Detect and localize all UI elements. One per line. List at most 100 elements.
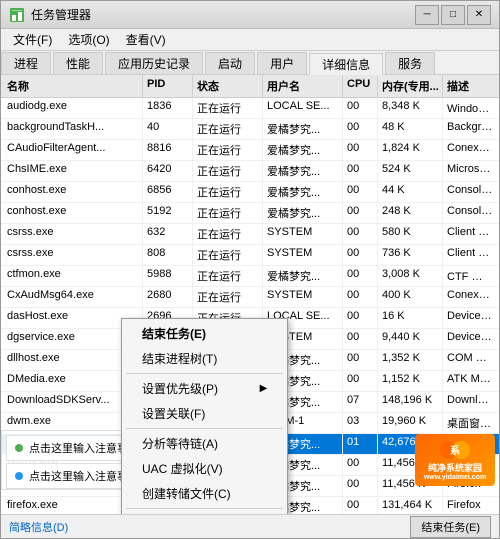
- td-name: ChsIME.exe: [3, 161, 143, 181]
- td-memory: 524 K: [378, 161, 443, 181]
- maximize-button[interactable]: □: [441, 5, 465, 25]
- table-row[interactable]: audiodg.exe 1836 正在运行 LOCAL SE... 00 8,3…: [1, 98, 499, 119]
- td-name: CxAudMsg64.exe: [3, 287, 143, 307]
- window-controls: ─ □ ✕: [415, 5, 491, 25]
- table-row[interactable]: CxAudMsg64.exe 2680 正在运行 SYSTEM 00 400 K…: [1, 287, 499, 308]
- logo-badge: 系 纯净系统家园 www.yidaimei.com: [415, 434, 495, 486]
- td-desc: Microsoft IME: [443, 161, 497, 181]
- td-cpu: 00: [343, 245, 378, 265]
- td-name: CAudioFilterAgent...: [3, 140, 143, 160]
- logo-text-1: 纯净系统家园: [428, 461, 482, 474]
- td-user: 爱橘梦究...: [263, 182, 343, 202]
- td-user: LOCAL SE...: [263, 98, 343, 118]
- context-menu-item[interactable]: 结束任务(E): [122, 321, 287, 346]
- td-memory: 16 K: [378, 308, 443, 328]
- td-pid: 5988: [143, 266, 193, 286]
- td-desc: Conexant High Definit...: [443, 140, 497, 160]
- td-name: csrss.exe: [3, 224, 143, 244]
- td-cpu: 00: [343, 182, 378, 202]
- col-desc[interactable]: 描述: [443, 75, 497, 97]
- col-pid[interactable]: PID: [143, 75, 193, 97]
- context-menu-item[interactable]: 结束进程树(T): [122, 346, 287, 371]
- menu-bar: 文件(F) 选项(O) 查看(V): [1, 29, 499, 51]
- menu-file[interactable]: 文件(F): [5, 29, 60, 50]
- tab-users[interactable]: 用户: [257, 52, 307, 74]
- status-label[interactable]: 简略信息(D): [9, 519, 68, 535]
- table-row[interactable]: conhost.exe 5192 正在运行 爱橘梦究... 00 248 K C…: [1, 203, 499, 224]
- td-cpu: 03: [343, 413, 378, 433]
- td-desc: Firefox: [443, 497, 497, 514]
- td-cpu: 00: [343, 497, 378, 514]
- tab-history[interactable]: 应用历史记录: [105, 52, 203, 74]
- td-desc: Client Server Runtime ...: [443, 224, 497, 244]
- context-menu-item[interactable]: 创建转储文件(C): [122, 481, 287, 506]
- context-menu-item[interactable]: 分析等待链(A): [122, 431, 287, 456]
- td-pid: 808: [143, 245, 193, 265]
- col-user[interactable]: 用户名: [263, 75, 343, 97]
- td-status: 正在运行: [193, 98, 263, 118]
- ad-dot: [15, 472, 23, 480]
- table-row[interactable]: csrss.exe 632 正在运行 SYSTEM 00 580 K Clien…: [1, 224, 499, 245]
- context-menu-item[interactable]: UAC 虚拟化(V): [122, 456, 287, 481]
- col-cpu[interactable]: CPU: [343, 75, 378, 97]
- svg-text:系: 系: [450, 444, 460, 457]
- td-name: ctfmon.exe: [3, 266, 143, 286]
- td-user: SYSTEM: [263, 287, 343, 307]
- td-cpu: 00: [343, 371, 378, 391]
- td-pid: 1836: [143, 98, 193, 118]
- tab-process[interactable]: 进程: [1, 52, 51, 74]
- td-status: 正在运行: [193, 140, 263, 160]
- minimize-button[interactable]: ─: [415, 5, 439, 25]
- tab-performance[interactable]: 性能: [53, 52, 103, 74]
- tab-services[interactable]: 服务: [385, 52, 435, 74]
- td-cpu: 00: [343, 455, 378, 475]
- td-desc: Device Driver Repair ...: [443, 329, 497, 349]
- td-status: 正在运行: [193, 182, 263, 202]
- col-name[interactable]: 名称: [3, 75, 143, 97]
- table-row[interactable]: CAudioFilterAgent... 8816 正在运行 爱橘梦究... 0…: [1, 140, 499, 161]
- td-memory: 44 K: [378, 182, 443, 202]
- table-row[interactable]: ChsIME.exe 6420 正在运行 爱橘梦究... 00 524 K Mi…: [1, 161, 499, 182]
- table-body[interactable]: audiodg.exe 1836 正在运行 LOCAL SE... 00 8,3…: [1, 98, 499, 514]
- td-memory: 148,196 K: [378, 392, 443, 412]
- close-button[interactable]: ✕: [467, 5, 491, 25]
- td-name: audiodg.exe: [3, 98, 143, 118]
- table-row[interactable]: ctfmon.exe 5988 正在运行 爱橘梦究... 00 3,008 K …: [1, 266, 499, 287]
- td-desc: Device Association Fr...: [443, 308, 497, 328]
- menu-view[interactable]: 查看(V): [118, 29, 174, 50]
- td-cpu: 00: [343, 119, 378, 139]
- td-desc: Background Task Host: [443, 119, 497, 139]
- table-row[interactable]: conhost.exe 6856 正在运行 爱橘梦究... 00 44 K Co…: [1, 182, 499, 203]
- context-menu-item[interactable]: 打开文件所在的位置(O): [122, 511, 287, 514]
- td-status: 正在运行: [193, 161, 263, 181]
- title-bar: 任务管理器 ─ □ ✕: [1, 1, 499, 29]
- table-row[interactable]: backgroundTaskH... 40 正在运行 爱橘梦究... 00 48…: [1, 119, 499, 140]
- col-status[interactable]: 状态: [193, 75, 263, 97]
- td-cpu: 00: [343, 224, 378, 244]
- td-status: 正在运行: [193, 203, 263, 223]
- td-pid: 40: [143, 119, 193, 139]
- submenu-arrow: ▶: [260, 383, 268, 394]
- td-cpu: 00: [343, 98, 378, 118]
- context-menu-item[interactable]: 设置优先级(P)▶: [122, 376, 287, 401]
- td-cpu: 00: [343, 476, 378, 496]
- td-cpu: 00: [343, 287, 378, 307]
- td-memory: 1,824 K: [378, 140, 443, 160]
- end-task-button[interactable]: 结束任务(E): [410, 516, 491, 538]
- task-manager-window: 任务管理器 ─ □ ✕ 文件(F) 选项(O) 查看(V) 进程 性能 应用历史…: [0, 0, 500, 539]
- tab-startup[interactable]: 启动: [205, 52, 255, 74]
- context-menu-item[interactable]: 设置关联(F): [122, 401, 287, 426]
- td-memory: 248 K: [378, 203, 443, 223]
- td-memory: 1,352 K: [378, 350, 443, 370]
- td-cpu: 00: [343, 350, 378, 370]
- td-cpu: 01: [343, 434, 378, 454]
- td-desc: Console Window Host: [443, 182, 497, 202]
- td-desc: DownloadSDKServer: [443, 392, 497, 412]
- table-row[interactable]: csrss.exe 808 正在运行 SYSTEM 00 736 K Clien…: [1, 245, 499, 266]
- col-memory[interactable]: 内存(专用...: [378, 75, 443, 97]
- td-cpu: 07: [343, 392, 378, 412]
- tab-details[interactable]: 详细信息: [309, 53, 383, 75]
- status-bar: 简略信息(D) 结束任务(E): [1, 514, 499, 538]
- context-menu-separator: [126, 508, 283, 509]
- menu-options[interactable]: 选项(O): [60, 29, 117, 50]
